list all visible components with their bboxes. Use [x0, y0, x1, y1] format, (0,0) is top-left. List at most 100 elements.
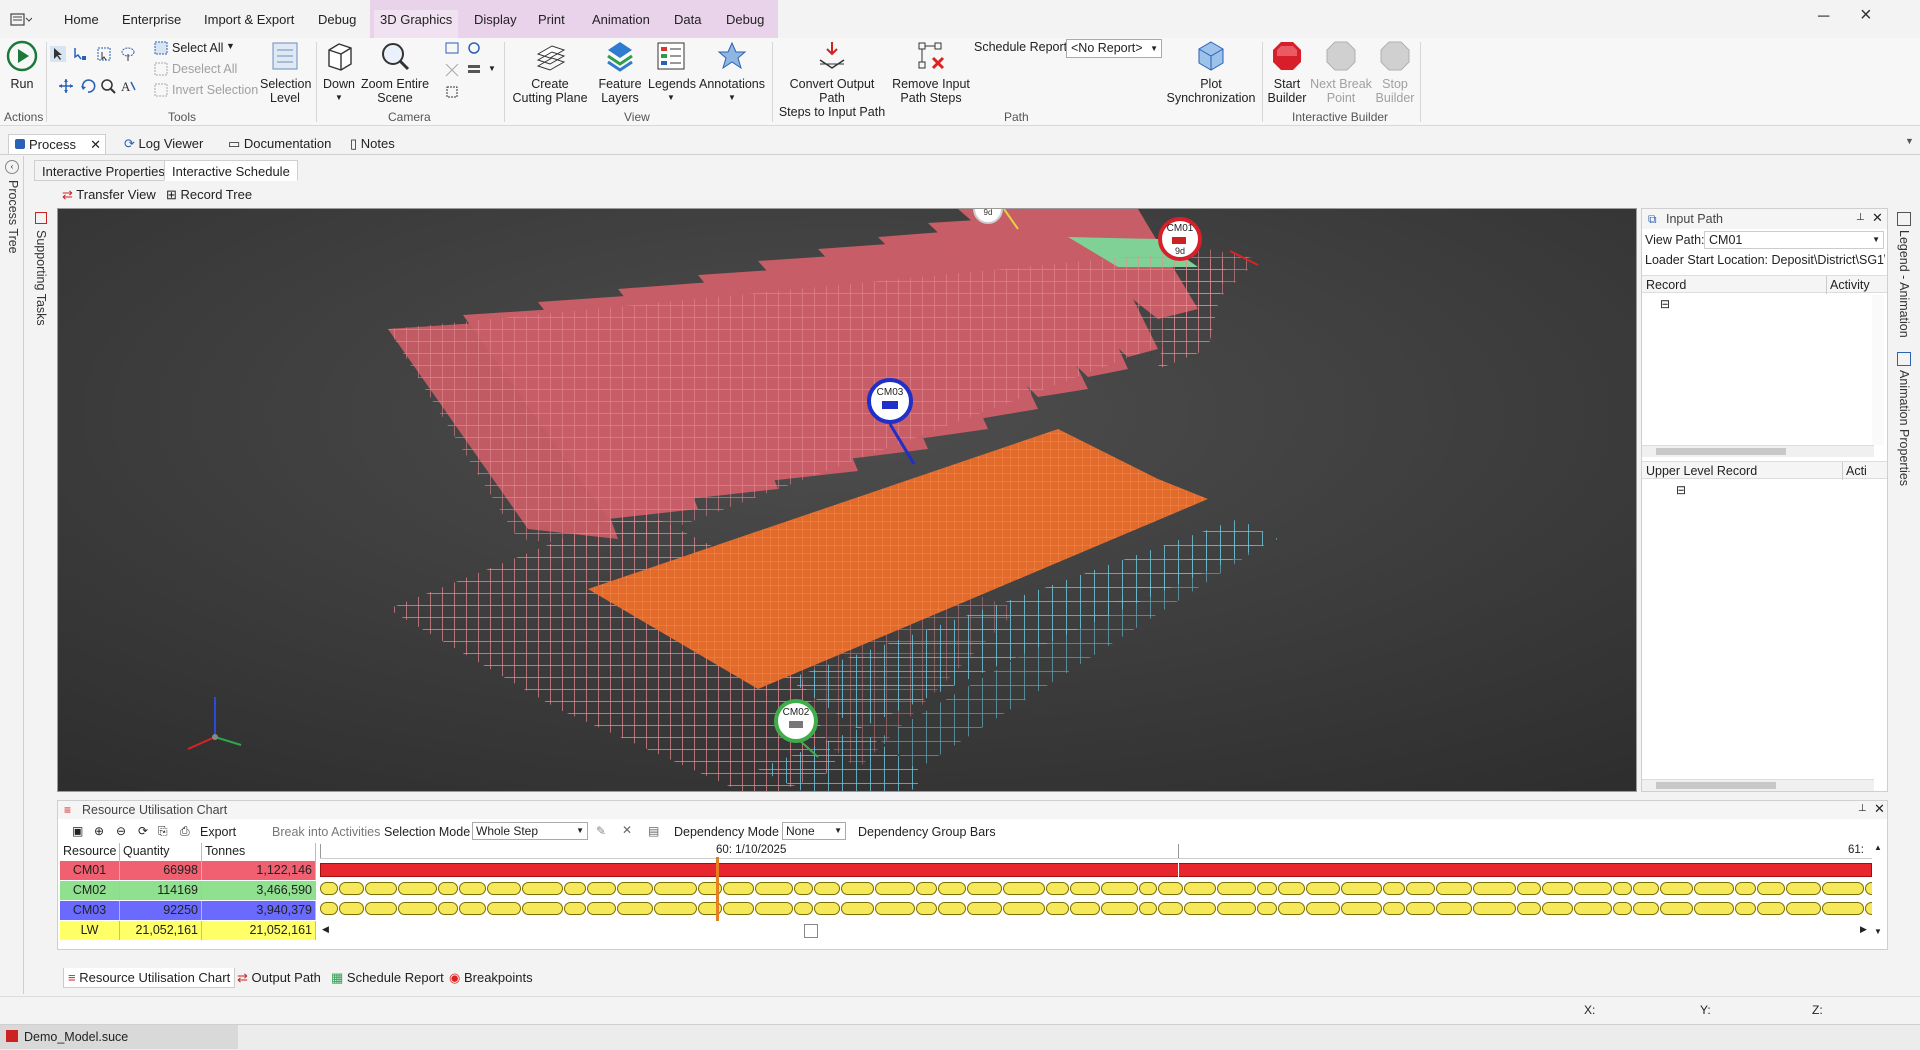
- schedule-step-chip[interactable]: [587, 902, 616, 915]
- schedule-step-chip[interactable]: [1306, 902, 1340, 915]
- dependency-group-bars-button[interactable]: Dependency Group Bars: [858, 825, 996, 839]
- schedule-step-chip[interactable]: [1517, 902, 1541, 915]
- schedule-step-chip[interactable]: [875, 902, 915, 915]
- fit-view-icon[interactable]: [444, 40, 460, 56]
- menu-display[interactable]: Display: [468, 10, 523, 30]
- scroll-thumb[interactable]: [1656, 448, 1786, 455]
- schedule-step-chip[interactable]: [1542, 882, 1573, 895]
- schedule-step-chip[interactable]: [841, 902, 874, 915]
- schedule-step-chip[interactable]: [398, 902, 437, 915]
- schedule-step-chip[interactable]: [1257, 882, 1277, 895]
- down-view-button[interactable]: Down ▼: [320, 40, 358, 105]
- transfer-view-button[interactable]: ⇄ Transfer View: [62, 186, 156, 204]
- schedule-step-chip[interactable]: [967, 882, 1002, 895]
- select-all-button[interactable]: Select All: [172, 41, 223, 55]
- schedule-step-chip[interactable]: [1822, 882, 1864, 895]
- invert-selection-button[interactable]: Invert Selection: [172, 83, 258, 97]
- minimize-icon[interactable]: ─: [1818, 8, 1829, 26]
- schedule-step-chip[interactable]: [1158, 882, 1183, 895]
- vertical-scrollbar[interactable]: [1872, 295, 1884, 445]
- animation-properties-tab[interactable]: Animation Properties: [1897, 370, 1911, 486]
- schedule-step-chip[interactable]: [1341, 882, 1382, 895]
- close-icon[interactable]: ✕: [1874, 801, 1885, 817]
- schedule-step-chip[interactable]: [1542, 902, 1573, 915]
- schedule-step-chip[interactable]: [438, 902, 458, 915]
- schedule-step-chip[interactable]: [365, 882, 397, 895]
- schedule-step-chip[interactable]: [1101, 902, 1138, 915]
- box-select-icon[interactable]: [96, 46, 112, 62]
- collapse-icon[interactable]: [444, 62, 460, 78]
- remove-input-path-steps-button[interactable]: Remove Input Path Steps: [890, 40, 972, 105]
- schedule-step-chip[interactable]: [916, 882, 937, 895]
- schedule-step-chip[interactable]: [564, 882, 586, 895]
- schedule-step-chip[interactable]: [339, 882, 364, 895]
- horizontal-scrollbar[interactable]: [1642, 779, 1874, 791]
- time-cursor[interactable]: [716, 857, 719, 921]
- schedule-step-chip[interactable]: [365, 902, 397, 915]
- schedule-step-chip[interactable]: [1278, 902, 1305, 915]
- fit-icon[interactable]: ▣: [72, 824, 83, 838]
- zoom-entire-scene-button[interactable]: Zoom Entire Scene: [360, 40, 430, 105]
- schedule-step-chip[interactable]: [1139, 882, 1157, 895]
- schedule-step-chip[interactable]: [916, 902, 937, 915]
- scroll-down-icon[interactable]: ▼: [1874, 927, 1882, 936]
- schedule-step-chip[interactable]: [1473, 882, 1516, 895]
- cm03-gantt-steps[interactable]: [320, 902, 1872, 918]
- legend-animation-tab[interactable]: Legend - Animation: [1897, 230, 1911, 338]
- upper-record-column[interactable]: Upper Level Record: [1646, 464, 1757, 478]
- schedule-step-chip[interactable]: [1184, 902, 1216, 915]
- gantt-vscroll[interactable]: ▲ ▼: [1874, 843, 1886, 939]
- scene-canvas[interactable]: CM01 9d CM03 CM02 9d: [58, 209, 1637, 792]
- schedule-step-chip[interactable]: [1217, 882, 1256, 895]
- feature-layers-button[interactable]: Feature Layers: [594, 40, 646, 105]
- horizontal-scrollbar[interactable]: [1642, 445, 1874, 457]
- schedule-step-chip[interactable]: [617, 902, 653, 915]
- scroll-right-icon[interactable]: ▶: [1860, 924, 1867, 935]
- schedule-step-chip[interactable]: [1735, 902, 1756, 915]
- schedule-step-chip[interactable]: [1574, 882, 1612, 895]
- schedule-step-chip[interactable]: [875, 882, 915, 895]
- resource-row-lw[interactable]: LW 21,052,161 21,052,161: [60, 921, 316, 940]
- record-column[interactable]: Record: [1646, 278, 1686, 292]
- chevron-down-icon[interactable]: ▼: [1905, 136, 1914, 146]
- pencil-icon[interactable]: ✎: [596, 824, 606, 838]
- schedule-step-chip[interactable]: [564, 902, 586, 915]
- plot-synchronization-button[interactable]: Plot Synchronization: [1164, 40, 1258, 105]
- pointer-icon[interactable]: [50, 46, 66, 62]
- tab-resource-chart[interactable]: ≡ Resource Utilisation Chart: [63, 968, 236, 988]
- schedule-step-chip[interactable]: [814, 902, 840, 915]
- schedule-step-chip[interactable]: [723, 882, 754, 895]
- schedule-step-chip[interactable]: [1278, 882, 1305, 895]
- schedule-step-chip[interactable]: [1341, 902, 1382, 915]
- text-annotation-icon[interactable]: A: [120, 78, 136, 94]
- schedule-step-chip[interactable]: [1613, 882, 1632, 895]
- create-cutting-plane-button[interactable]: Create Cutting Plane: [508, 40, 592, 105]
- schedule-step-chip[interactable]: [1473, 902, 1516, 915]
- tab-log-viewer[interactable]: ⟳ Log Viewer: [118, 134, 209, 154]
- zoom-in-icon[interactable]: ⊕: [94, 824, 104, 838]
- schedule-step-chip[interactable]: [841, 882, 874, 895]
- convert-output-path-button[interactable]: Convert Output Path Steps to Input Path: [776, 40, 888, 119]
- stop-builder-button[interactable]: Stop Builder: [1374, 40, 1416, 105]
- schedule-step-chip[interactable]: [1003, 902, 1045, 915]
- scroll-thumb[interactable]: [1656, 782, 1776, 789]
- schedule-step-chip[interactable]: [1517, 882, 1541, 895]
- schedule-step-chip[interactable]: [654, 882, 697, 895]
- tab-documentation[interactable]: ▭ Documentation: [222, 134, 337, 154]
- close-icon[interactable]: ✕: [90, 135, 101, 155]
- start-builder-button[interactable]: Start Builder: [1266, 40, 1308, 105]
- schedule-report-dropdown[interactable]: <No Report> ▼: [1066, 39, 1162, 58]
- schedule-step-chip[interactable]: [1406, 902, 1435, 915]
- schedule-step-chip[interactable]: [1694, 902, 1734, 915]
- schedule-step-chip[interactable]: [1757, 902, 1785, 915]
- gantt-hscroll[interactable]: ◀ ▶: [320, 923, 1872, 939]
- menu-animation[interactable]: Animation: [586, 10, 656, 30]
- copy-icon[interactable]: ⎘: [158, 824, 168, 839]
- schedule-step-chip[interactable]: [1139, 902, 1157, 915]
- process-tree-tab[interactable]: Process Tree: [6, 180, 20, 254]
- tab-schedule-report[interactable]: ▦ Schedule Report: [327, 968, 448, 988]
- schedule-step-chip[interactable]: [459, 902, 486, 915]
- schedule-step-chip[interactable]: [723, 902, 754, 915]
- scroll-thumb[interactable]: [804, 924, 818, 938]
- schedule-step-chip[interactable]: [1003, 882, 1045, 895]
